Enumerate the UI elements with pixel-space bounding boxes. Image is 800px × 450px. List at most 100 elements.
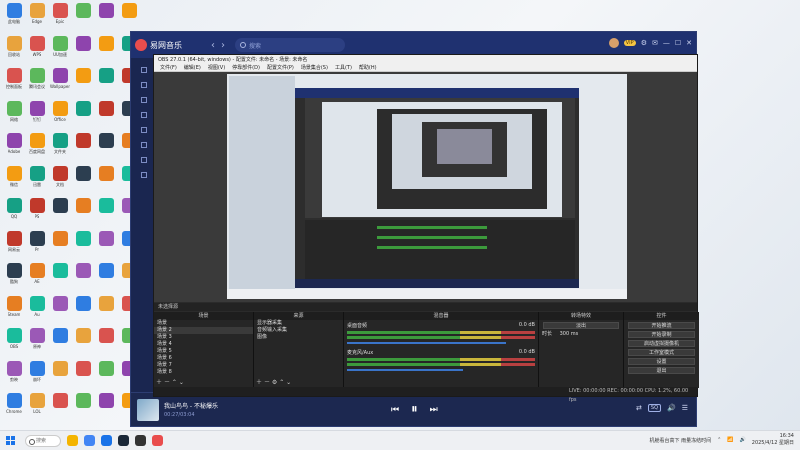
desktop-icon[interactable]: Edge (26, 3, 48, 33)
taskbar-search[interactable]: 搜索 (25, 434, 61, 447)
desktop-icon[interactable]: 回收站 (3, 35, 25, 66)
desktop-icon[interactable]: 网易云 (3, 230, 25, 261)
desktop-icon[interactable] (72, 263, 94, 293)
pause-button[interactable]: ⏸ (411, 402, 418, 417)
remove-scene-icon[interactable]: － (164, 379, 170, 386)
obs-menu-item[interactable]: 工具(T) (335, 64, 352, 71)
desktop-icon[interactable] (49, 295, 71, 326)
control-button[interactable]: 设置 (628, 358, 695, 365)
desktop-icon[interactable]: 钉钉 (26, 100, 48, 131)
obs-menu-item[interactable]: 文件(F) (160, 64, 177, 71)
desktop-icon[interactable]: LOL (26, 393, 48, 423)
sidebar-cloud-icon[interactable] (141, 172, 147, 178)
desktop-icon[interactable]: 文档 (49, 165, 71, 196)
desktop-icon[interactable] (49, 230, 71, 261)
quality-badge[interactable]: SQ (647, 404, 661, 412)
remove-source-icon[interactable]: － (264, 379, 270, 386)
desktop-icon[interactable]: Adobe (3, 133, 25, 163)
desktop-icon[interactable] (49, 393, 71, 423)
desktop-icon[interactable] (72, 360, 94, 391)
desktop-icon[interactable] (72, 165, 94, 196)
desktop-icon[interactable] (95, 295, 117, 326)
obs-preview[interactable] (154, 72, 697, 302)
desktop-icon[interactable]: PS (26, 198, 48, 228)
mail-icon[interactable]: ✉ (652, 39, 658, 47)
scene-item[interactable]: 场景 7 (154, 362, 253, 369)
transition-select[interactable]: 淡出 (543, 322, 619, 329)
desktop-icon[interactable]: 此电脑 (3, 3, 25, 33)
desktop-icon[interactable]: QQ (3, 198, 25, 228)
desktop-icon[interactable]: 微信 (3, 165, 25, 196)
volume-icon[interactable]: 🔊 (667, 404, 676, 412)
music-taskbar-icon[interactable] (152, 435, 163, 446)
desktop-icon[interactable] (95, 328, 117, 358)
desktop-icon[interactable] (72, 328, 94, 358)
control-button[interactable]: 启动虚拟摄像机 (628, 340, 695, 347)
desktop-icon[interactable] (49, 360, 71, 391)
obs-menu-item[interactable]: 编辑(E) (184, 64, 201, 71)
previous-button[interactable]: ⏮ (391, 405, 399, 415)
nav-back-button[interactable]: ‹ (211, 40, 215, 51)
tray-up-icon[interactable]: ⌃ (717, 437, 721, 443)
desktop-icon[interactable]: 崩坏 (26, 360, 48, 391)
desktop-icon[interactable]: Office (49, 100, 71, 131)
desktop-icon[interactable] (95, 230, 117, 261)
duration-value[interactable]: 300 ms (560, 331, 579, 337)
next-button[interactable]: ⏭ (430, 405, 438, 415)
close-icon[interactable]: ✕ (686, 39, 692, 47)
desktop-icon[interactable]: 文件夹 (49, 133, 71, 163)
desktop-icon[interactable] (72, 393, 94, 423)
chrome-icon[interactable] (84, 435, 95, 446)
avatar[interactable] (608, 38, 619, 48)
control-button[interactable]: 开始录制 (628, 331, 695, 338)
clock[interactable]: 16:34 2025/4/12 星期日 (752, 433, 794, 447)
obs-menu-item[interactable]: 场景集合(S) (301, 64, 328, 71)
obs-menu-item[interactable]: 帮助(H) (359, 64, 377, 71)
sidebar-discover-icon[interactable] (141, 82, 147, 88)
nav-forward-button[interactable]: › (221, 40, 225, 51)
desktop-icon[interactable] (72, 35, 94, 66)
desktop-icon[interactable] (95, 100, 117, 131)
desktop-icon[interactable]: Steam (3, 295, 25, 326)
desktop-icon[interactable] (72, 3, 94, 33)
app-icon[interactable] (101, 435, 112, 446)
desktop-icon[interactable] (95, 360, 117, 391)
desktop-icon[interactable]: 控制面板 (3, 68, 25, 98)
obs-menu-item[interactable]: 视图(V) (208, 64, 225, 71)
scene-item[interactable]: 场景 8 (154, 369, 253, 376)
control-button[interactable]: 工作室模式 (628, 349, 695, 356)
sidebar-radio-icon[interactable] (141, 97, 147, 103)
music-search-input[interactable]: 搜索 (235, 38, 345, 52)
file-explorer-icon[interactable] (67, 435, 78, 446)
desktop-icon[interactable]: 百度网盘 (26, 133, 48, 163)
vip-badge[interactable]: VIP (623, 40, 636, 46)
source-item[interactable]: 显示器采集 (254, 320, 343, 327)
desktop-icon[interactable] (95, 165, 117, 196)
scene-item[interactable]: 场景 5 (154, 348, 253, 355)
move-down-icon[interactable]: ⌄ (179, 379, 184, 386)
song-title[interactable]: 我山鸟鸟 - 不秘爆乐 (164, 401, 218, 410)
control-button[interactable]: 退出 (628, 367, 695, 374)
desktop-icon[interactable] (72, 295, 94, 326)
source-up-icon[interactable]: ⌃ (279, 379, 284, 386)
sidebar-favorite-icon[interactable] (141, 142, 147, 148)
desktop-icon[interactable] (49, 328, 71, 358)
desktop-icon[interactable] (72, 230, 94, 261)
source-down-icon[interactable]: ⌄ (286, 379, 291, 386)
volume-tray-icon[interactable]: 🔊 (740, 437, 746, 443)
desktop-icon[interactable] (95, 68, 117, 98)
sidebar-home-icon[interactable] (141, 67, 147, 73)
volume-slider[interactable] (347, 342, 507, 344)
desktop-icon[interactable]: 原神 (26, 328, 48, 358)
add-scene-icon[interactable]: ＋ (156, 379, 162, 386)
weather-text[interactable]: 机舱看台高下 雨量冻结时间 (650, 437, 712, 444)
desktop-icon[interactable] (49, 198, 71, 228)
desktop-icon[interactable]: OBS (3, 328, 25, 358)
settings-icon[interactable]: ⚙ (641, 39, 647, 47)
desktop-icon[interactable]: WPS (26, 35, 48, 66)
add-source-icon[interactable]: ＋ (256, 379, 262, 386)
steam-icon[interactable] (118, 435, 129, 446)
desktop-icon[interactable]: 网络 (3, 100, 25, 131)
desktop-icon[interactable] (95, 263, 117, 293)
desktop-icon[interactable] (95, 393, 117, 423)
